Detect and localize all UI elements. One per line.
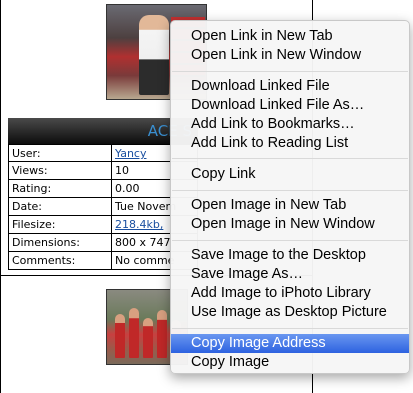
photo-figure	[115, 314, 125, 358]
menu-separator	[172, 240, 408, 241]
user-link[interactable]: Yancy	[115, 147, 146, 160]
menu-item-download-linked-file[interactable]: Download Linked File	[171, 77, 409, 96]
menu-item-add-link-to-reading-list[interactable]: Add Link to Reading List	[171, 134, 409, 153]
row-label: User:	[9, 145, 112, 161]
photo-figure	[143, 318, 153, 358]
photo-figure	[157, 310, 167, 358]
menu-item-save-image-as[interactable]: Save Image As…	[171, 265, 409, 284]
menu-item-download-linked-file-as[interactable]: Download Linked File As…	[171, 96, 409, 115]
menu-item-open-image-new-tab[interactable]: Open Image in New Tab	[171, 196, 409, 215]
menu-item-copy-link[interactable]: Copy Link	[171, 165, 409, 184]
menu-separator	[172, 71, 408, 72]
menu-item-copy-image-address[interactable]: Copy Image Address	[171, 334, 409, 353]
menu-item-copy-image[interactable]: Copy Image	[171, 353, 409, 372]
row-label: Rating:	[9, 180, 112, 197]
row-label: Views:	[9, 162, 112, 179]
menu-item-add-link-to-bookmarks[interactable]: Add Link to Bookmarks…	[171, 115, 409, 134]
filesize-link[interactable]: 218.4kb,	[115, 218, 163, 231]
photo-figure	[129, 308, 139, 358]
menu-item-save-image-to-desktop[interactable]: Save Image to the Desktop	[171, 246, 409, 265]
row-label: Filesize:	[9, 216, 112, 233]
menu-item-open-link-new-tab[interactable]: Open Link in New Tab	[171, 27, 409, 46]
menu-item-open-link-new-window[interactable]: Open Link in New Window	[171, 46, 409, 65]
row-label: Date:	[9, 198, 112, 215]
menu-item-use-image-as-desktop-picture[interactable]: Use Image as Desktop Picture	[171, 303, 409, 322]
photo-person	[139, 15, 169, 95]
menu-item-add-image-to-iphoto[interactable]: Add Image to iPhoto Library	[171, 284, 409, 303]
menu-separator	[172, 190, 408, 191]
context-menu: Open Link in New Tab Open Link in New Wi…	[170, 20, 410, 374]
menu-item-open-image-new-window[interactable]: Open Image in New Window	[171, 215, 409, 234]
page-divider	[0, 0, 1, 393]
menu-separator	[172, 328, 408, 329]
row-label: Comments:	[9, 252, 112, 269]
row-label: Dimensions:	[9, 234, 112, 251]
menu-separator	[172, 158, 408, 159]
